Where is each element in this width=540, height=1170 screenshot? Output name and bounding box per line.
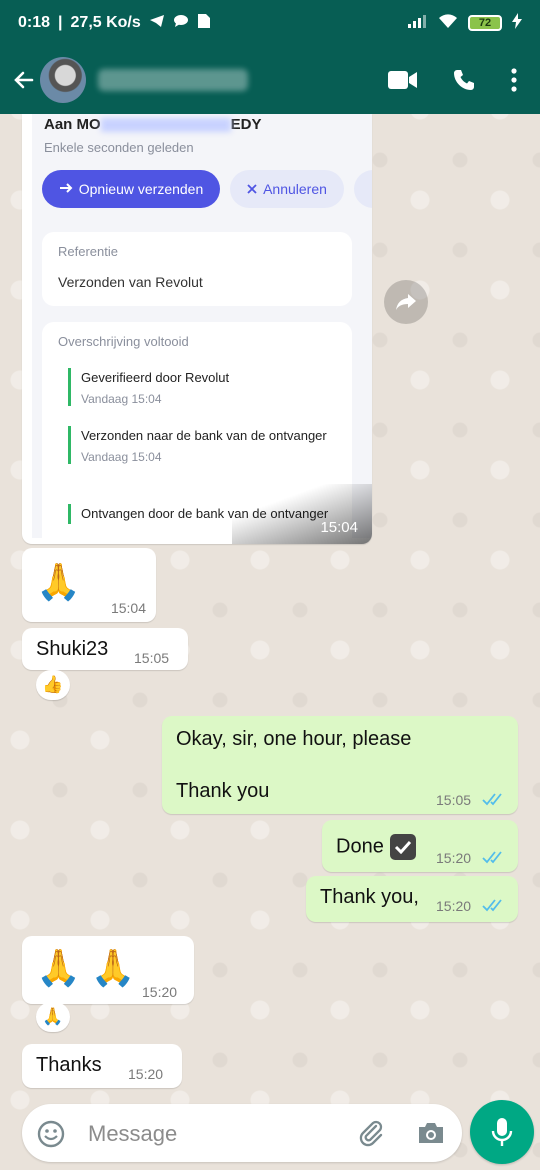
charging-icon <box>512 12 522 34</box>
network-speed: 27,5 Ko/s <box>70 14 141 31</box>
message-time: 15:20 <box>436 850 472 866</box>
reaction-badge[interactable]: 👍 <box>36 670 70 700</box>
incoming-message[interactable]: 🙏 15:04 <box>22 548 156 622</box>
time-ago: Enkele seconden geleden <box>44 140 194 155</box>
phone-icon[interactable] <box>452 68 476 92</box>
signal-icon <box>408 14 428 33</box>
arrow-right-icon <box>59 181 73 197</box>
telegram-icon <box>149 14 165 33</box>
message-time: 15:20 <box>436 898 472 914</box>
message-text-line: Okay, sir, one hour, please <box>176 728 412 750</box>
transfer-screenshot: Aan MO EDY Enkele seconden geleden Opnieu… <box>32 114 372 538</box>
message-text-line: Thank you <box>176 780 270 802</box>
redacted-name <box>100 118 231 133</box>
message-time: 15:05 <box>436 792 472 808</box>
sim-notification-icon <box>197 13 211 34</box>
more-button <box>354 170 372 208</box>
message-time: 15:04 <box>110 600 146 616</box>
recipient-line: Aan MO EDY <box>44 116 262 133</box>
top-bar: 0:18 | 27,5 Ko/s 72 <box>0 0 540 114</box>
battery-indicator: 72 <box>468 15 502 31</box>
read-ticks-icon <box>482 899 502 912</box>
message-text: Thanks <box>36 1054 102 1076</box>
avatar[interactable] <box>40 57 86 103</box>
check-box-icon <box>389 834 416 860</box>
resend-button: Opnieuw verzenden <box>42 170 220 208</box>
incoming-message[interactable]: Thanks 15:20 <box>22 1044 182 1088</box>
status-time: 0:18 <box>18 14 51 31</box>
timeline-step: Geverifieerd door Revolut Vandaag 15:04 <box>68 368 341 406</box>
microphone-icon[interactable] <box>470 1100 534 1164</box>
message-composer <box>22 1104 462 1162</box>
image-message[interactable]: Aan MO EDY Enkele seconden geleden Opnieu… <box>22 114 372 544</box>
incoming-message[interactable]: Shuki23 15:05 <box>22 628 188 670</box>
forward-icon[interactable] <box>384 280 428 324</box>
wifi-icon <box>438 13 458 34</box>
status-bar: 0:18 | 27,5 Ko/s 72 <box>0 0 540 46</box>
message-time: 15:04 <box>320 519 358 536</box>
outgoing-message[interactable]: Done 15:20 <box>322 820 518 872</box>
message-text: Shuki23 <box>36 638 109 660</box>
outgoing-message[interactable]: Thank you, 15:20 <box>306 876 518 922</box>
chat-notification-icon <box>173 14 189 33</box>
close-icon <box>247 181 257 197</box>
paperclip-icon[interactable] <box>356 1118 386 1153</box>
timeline-step: Verzonden naar de bank van de ontvanger … <box>68 426 341 464</box>
message-time: 15:05 <box>134 650 170 666</box>
message-time: 15:20 <box>142 984 178 1000</box>
outgoing-message[interactable]: Okay, sir, one hour, please Thank you 15… <box>162 716 518 814</box>
message-input[interactable] <box>86 1116 360 1152</box>
reference-card: Referentie Verzonden van Revolut <box>42 232 352 306</box>
message-time: 15:20 <box>128 1066 164 1082</box>
cancel-button: Annuleren <box>230 170 344 208</box>
chat-header <box>0 46 540 114</box>
message-text: Thank you, <box>320 886 419 908</box>
read-ticks-icon <box>482 793 502 806</box>
incoming-message[interactable]: 🙏 🙏 15:20 <box>22 936 194 1004</box>
emoji-icon[interactable] <box>36 1119 66 1154</box>
more-vertical-icon[interactable] <box>510 68 518 92</box>
camera-icon[interactable] <box>416 1120 446 1151</box>
message-text: 🙏 <box>36 561 81 602</box>
reaction-badge[interactable]: 🙏 <box>36 1002 70 1032</box>
message-text: 🙏 🙏 <box>36 947 136 988</box>
contact-name[interactable] <box>98 69 248 91</box>
arrow-left-icon[interactable] <box>10 66 38 94</box>
read-ticks-icon <box>482 851 502 864</box>
message-text: Done <box>336 834 416 860</box>
video-call-icon[interactable] <box>388 70 418 90</box>
